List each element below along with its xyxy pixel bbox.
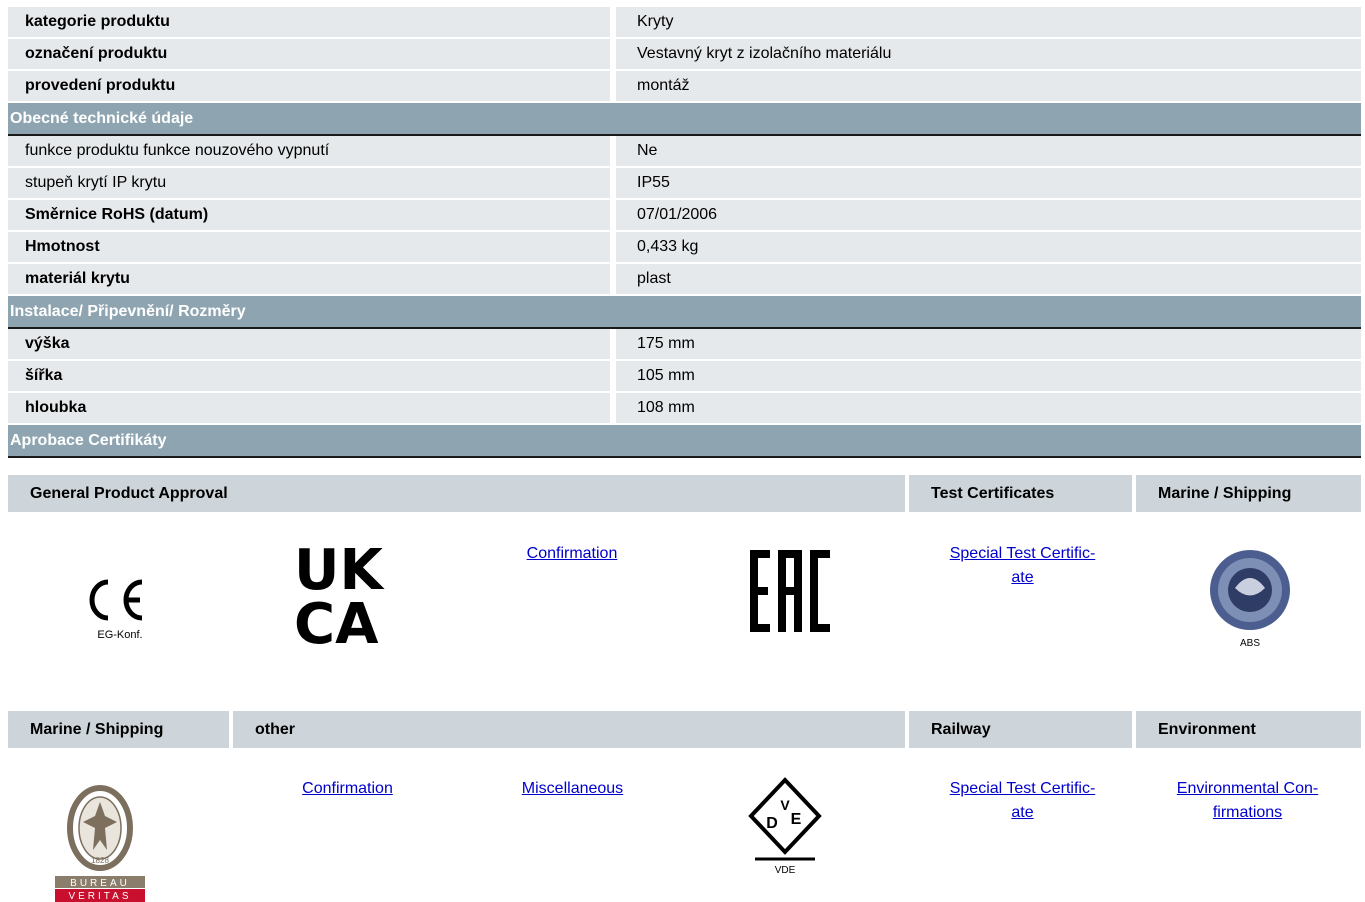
spec-label: označení produktu [8,39,610,69]
header-marine-shipping: Marine / Shipping [1136,475,1361,512]
spec-value: plast [616,264,1361,294]
spec-label: stupeň krytí IP krytu [8,168,610,198]
spec-row: šířka 105 mm [8,361,1361,393]
confirmation-link-2[interactable]: Confirmation [302,780,393,797]
header-environment: Environment [1136,711,1361,748]
spec-value: montáž [616,71,1361,101]
cert-header-row-2: Marine / Shipping other Railway Environm… [8,711,1361,748]
spec-row: stupeň krytí IP krytu IP55 [8,168,1361,200]
svg-text:E: E [791,811,802,828]
bureau-veritas-logo[interactable]: 1828 BUREAU VERITAS [55,780,145,902]
spec-label: Hmotnost [8,232,610,262]
confirmation-link[interactable]: Confirmation [527,545,618,562]
bv-top-text: BUREAU [70,878,130,889]
ukca-line2: CA [294,592,379,645]
special-test-certificate-link-2[interactable]: Special Test Certific-ate [920,777,1125,825]
spec-label: materiál krytu [8,264,610,294]
spec-value: Ne [616,136,1361,166]
spec-value: 07/01/2006 [616,200,1361,230]
abs-caption: ABS [1240,638,1260,648]
abs-logo[interactable]: ABS [1200,548,1300,648]
spec-label: funkce produktu funkce nouzového vypnutí [8,136,610,166]
header-railway: Railway [909,711,1132,748]
miscellaneous-link[interactable]: Miscellaneous [522,780,623,797]
spec-row: kategorie produktu Kryty [8,7,1361,39]
spec-value: 108 mm [616,393,1361,423]
spec-label: Směrnice RoHS (datum) [8,200,610,230]
section-approvals-certificates: Aprobace Certifikáty [8,425,1361,458]
spec-row: provedení produktu montáž [8,71,1361,103]
ukca-mark-logo[interactable]: UK CA [294,541,404,645]
spec-row: označení produktu Vestavný kryt z izolačn… [8,39,1361,71]
header-marine-shipping-2: Marine / Shipping [8,711,229,748]
ce-caption: EG-Konf. [97,629,142,640]
svg-text:V: V [780,797,790,813]
product-spec-table: kategorie produktu Kryty označení produktu… [8,7,1361,458]
vde-caption: VDE [775,865,796,876]
spec-label: šířka [8,361,610,391]
header-test-certificates: Test Certificates [909,475,1132,512]
eac-mark-logo[interactable] [745,550,835,632]
spec-value: Vestavný kryt z izolačního materiálu [616,39,1361,69]
cert-header-row-1: General Product Approval Test Certificat… [8,475,1361,512]
spec-label: výška [8,329,610,359]
spec-label: hloubka [8,393,610,423]
spec-row: materiál krytu plast [8,264,1361,296]
spec-label: provedení produktu [8,71,610,101]
section-general-technical: Obecné technické údaje [8,103,1361,136]
spec-value: 175 mm [616,329,1361,359]
header-other: other [233,711,905,748]
vde-logo[interactable]: V D E VDE [745,776,825,876]
spec-value: 105 mm [616,361,1361,391]
special-test-certificate-link[interactable]: Special Test Certific-ate [920,542,1125,590]
environmental-confirmations-link[interactable]: Environmental Con-firmations [1145,777,1350,825]
bv-bottom-text: VERITAS [68,891,131,902]
spec-row: Směrnice RoHS (datum) 07/01/2006 [8,200,1361,232]
spec-value: 0,433 kg [616,232,1361,262]
bv-year: 1828 [91,856,109,865]
spec-row: Hmotnost 0,433 kg [8,232,1361,264]
section-installation-dimensions: Instalace/ Připevnění/ Rozměry [8,296,1361,329]
ce-mark-logo[interactable]: EG-Konf. [70,560,170,640]
header-general-product-approval: General Product Approval [8,475,905,512]
spec-row: výška 175 mm [8,329,1361,361]
svg-text:D: D [766,815,778,832]
spec-label: kategorie produktu [8,7,610,37]
spec-row: funkce produktu funkce nouzového vypnutí… [8,136,1361,168]
spec-value: IP55 [616,168,1361,198]
spec-row: hloubka 108 mm [8,393,1361,425]
spec-value: Kryty [616,7,1361,37]
